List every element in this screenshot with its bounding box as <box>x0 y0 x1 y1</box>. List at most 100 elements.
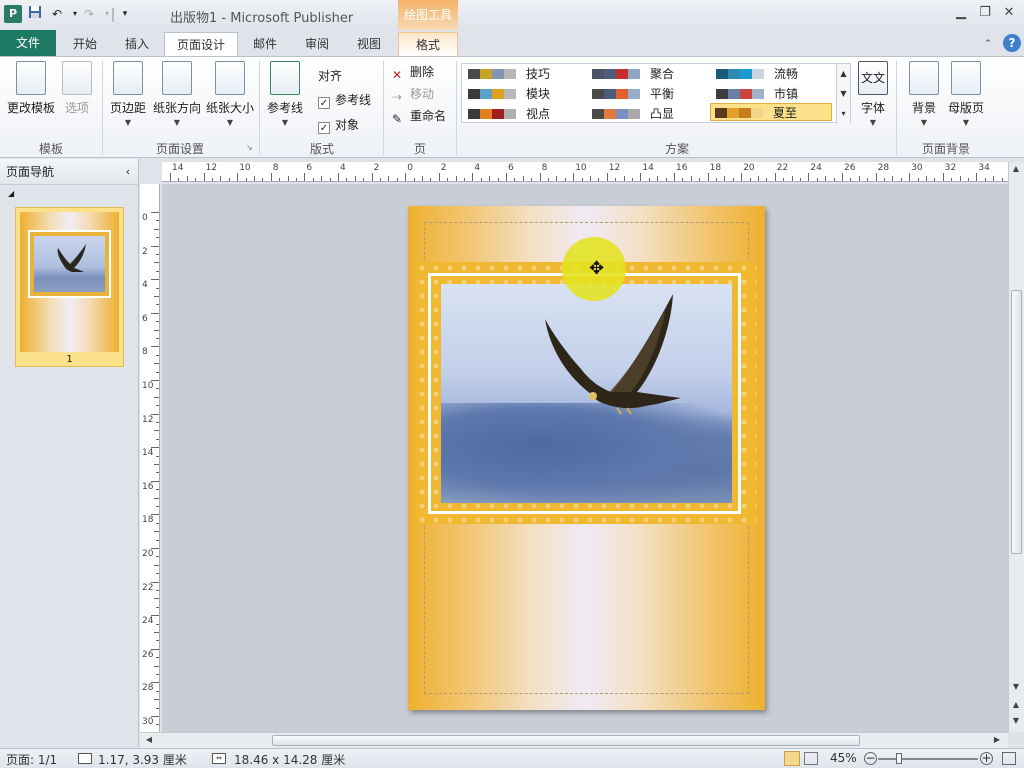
ruler-tick <box>909 173 911 181</box>
rename-page-button[interactable]: ✎ 重命名 <box>392 107 446 126</box>
restore-icon[interactable]: ❐ <box>974 4 996 22</box>
scheme-item[interactable]: 平衡 <box>588 85 710 103</box>
zoom-out-icon[interactable]: − <box>864 752 877 765</box>
gallery-scroll-down-icon[interactable]: ▼ <box>836 84 850 104</box>
zoom-slider[interactable] <box>878 758 978 760</box>
expand-section-icon[interactable]: ◢ <box>8 189 14 198</box>
scroll-right-icon[interactable]: ▶ <box>990 735 1004 744</box>
scheme-item[interactable]: 市镇 <box>712 85 834 103</box>
vertical-ruler[interactable]: 0 2 4 6 8 10 12 14 16 18 20 22 24 26 28 30 <box>140 184 160 732</box>
fit-page-icon[interactable] <box>1002 752 1016 765</box>
ruler-label: 24 <box>142 616 154 627</box>
horizontal-ruler[interactable]: 14 12 10 8 6 4 2 0 2 4 6 8 10 12 14 16 18 20 22 24 26 28 30 32 3… <box>162 162 1008 182</box>
previous-page-icon[interactable]: ▲ <box>1009 700 1023 709</box>
ruler-tick <box>154 363 159 365</box>
fonts-button[interactable]: 文文 字体 ▼ <box>856 61 890 127</box>
next-page-icon[interactable]: ▼ <box>1009 716 1023 725</box>
ruler-tick <box>321 176 323 181</box>
ruler-tick <box>329 178 331 181</box>
dropdown-arrow-icon: ▼ <box>869 118 877 127</box>
tab-review[interactable]: 审阅 <box>292 32 342 56</box>
undo-icon[interactable]: ↶ <box>48 5 66 23</box>
align-to-guides-checkbox[interactable]: ✓ 参考线 <box>318 91 371 109</box>
tab-page-design[interactable]: 页面设计 <box>164 32 238 57</box>
swatch-color <box>740 89 752 99</box>
redo-icon[interactable]: ↷ <box>80 5 98 23</box>
save-icon[interactable] <box>26 5 44 23</box>
scheme-swatch <box>716 69 764 79</box>
master-page-button[interactable]: 母版页 ▼ <box>946 61 986 127</box>
close-icon[interactable]: ✕ <box>998 4 1020 22</box>
ruler-tick <box>598 178 600 181</box>
orientation-button[interactable]: 纸张方向 ▼ <box>150 61 204 127</box>
scroll-down-icon[interactable]: ▼ <box>1009 682 1023 691</box>
tab-view[interactable]: 视图 <box>344 32 394 56</box>
scheme-item[interactable]: 模块 <box>464 85 586 103</box>
tab-home[interactable]: 开始 <box>60 32 110 56</box>
swatch-color <box>616 109 628 119</box>
options-button[interactable]: 选项 <box>60 61 94 116</box>
help-icon[interactable]: ? <box>1003 34 1021 52</box>
document-workspace[interactable]: ✥ <box>162 184 1008 732</box>
swatch-color <box>716 69 728 79</box>
margins-button[interactable]: 页边距 ▼ <box>108 61 148 127</box>
scheme-item[interactable]: 凸显 <box>588 105 710 123</box>
scroll-up-icon[interactable]: ▲ <box>1009 164 1023 173</box>
ruler-tick <box>220 176 222 181</box>
page-indicator[interactable]: 页面: 1/1 <box>6 751 57 768</box>
eagle-photo[interactable] <box>441 284 732 503</box>
ruler-tick <box>245 178 247 181</box>
ruler-tick <box>156 354 159 356</box>
zoom-in-icon[interactable]: + <box>980 752 993 765</box>
scheme-item[interactable]: 流畅 <box>712 65 834 83</box>
zoom-level[interactable]: 45% <box>830 751 857 765</box>
ruler-tick <box>363 178 365 181</box>
collapse-pane-icon[interactable]: ‹ <box>126 159 130 185</box>
ruler-tick <box>237 173 239 181</box>
collapse-ribbon-icon[interactable]: ⌃ <box>980 32 996 56</box>
vertical-scroll-thumb[interactable] <box>1011 290 1022 554</box>
horizontal-scroll-thumb[interactable] <box>272 735 860 746</box>
tab-format[interactable]: 格式 <box>398 32 458 56</box>
page-setup-group-label: 页面设置 <box>155 142 204 156</box>
ruler-tick <box>154 329 159 331</box>
page-thumbnail[interactable]: 1 <box>15 207 124 367</box>
minimize-icon[interactable]: ▁ <box>950 4 972 22</box>
move-page-button[interactable]: ⇢ 移动 <box>392 85 434 104</box>
scheme-swatch <box>592 69 640 79</box>
gallery-scroll-up-icon[interactable]: ▲ <box>836 64 850 84</box>
ruler-tick <box>707 173 709 181</box>
horizontal-scrollbar[interactable]: ◀ ▶ <box>140 732 1008 748</box>
change-template-button[interactable]: 更改模板 <box>4 61 58 116</box>
ruler-label: 20 <box>142 549 154 559</box>
ruler-tick <box>430 178 432 181</box>
zoom-slider-handle[interactable] <box>896 753 902 764</box>
delete-page-button[interactable]: ✕ 删除 <box>392 63 434 82</box>
ruler-tick <box>156 304 159 306</box>
background-button[interactable]: 背景 ▼ <box>906 61 942 127</box>
two-page-view-icon[interactable] <box>804 752 818 765</box>
tab-file[interactable]: 文件 <box>0 30 56 56</box>
color-scheme-gallery[interactable]: 技巧 聚合 流畅 模块 平衡 市镇 视点 凸显 夏至 ▲ ▼ ▾ <box>461 63 851 124</box>
ornament-frame-band[interactable] <box>416 262 757 524</box>
ruler-label: 16 <box>142 481 154 492</box>
align-to-objects-checkbox[interactable]: ✓ 对象 <box>318 116 359 134</box>
scheme-item[interactable]: 技巧 <box>464 65 586 83</box>
guides-button[interactable]: 参考线 ▼ <box>264 61 306 127</box>
publisher-app-icon[interactable]: P <box>4 5 22 23</box>
customize-qat-icon[interactable]: ▾ <box>116 5 134 23</box>
scheme-item[interactable]: 视点 <box>464 105 586 123</box>
tab-insert[interactable]: 插入 <box>112 32 162 56</box>
scheme-item-selected[interactable]: 夏至 <box>710 103 832 121</box>
ruler-label: 4 <box>340 163 346 173</box>
scheme-item[interactable]: 聚合 <box>588 65 710 83</box>
swatch-color <box>504 69 516 79</box>
page-size-button[interactable]: 纸张大小 ▼ <box>204 61 256 127</box>
ruler-tick <box>690 176 692 181</box>
scroll-left-icon[interactable]: ◀ <box>142 735 156 744</box>
page-setup-launcher-icon[interactable]: ↘ <box>246 143 253 152</box>
tab-mailings[interactable]: 邮件 <box>240 32 290 56</box>
single-page-view-icon[interactable] <box>784 751 800 766</box>
gallery-more-icon[interactable]: ▾ <box>836 104 850 124</box>
vertical-scrollbar[interactable]: ▲ ▼ ▲ ▼ <box>1008 162 1024 732</box>
